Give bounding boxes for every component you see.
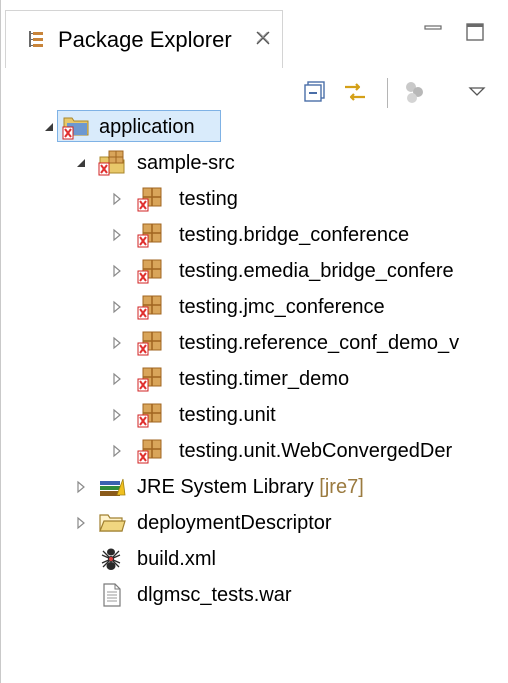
focus-on-active-task-icon[interactable]	[401, 78, 429, 106]
project-tree: application sample-src testing testing.b…	[1, 110, 508, 650]
tree-item-source-folder[interactable]: sample-src	[1, 146, 508, 180]
collapsed-chevron-icon[interactable]	[109, 407, 125, 423]
tree-item-label: deploymentDescriptor	[137, 512, 332, 534]
toolbar-separator	[387, 78, 388, 108]
tree-item-label: testing.reference_conf_demo_v	[179, 332, 460, 354]
source-folder-error-icon	[97, 149, 127, 177]
tree-item-package[interactable]: testing	[1, 182, 508, 216]
package-error-icon	[135, 257, 165, 285]
tab-title: Package Explorer	[58, 27, 232, 52]
tree-item-label: testing.emedia_bridge_confere	[179, 260, 454, 282]
package-error-icon	[135, 185, 165, 213]
tree-item-project[interactable]: application	[1, 110, 508, 144]
library-icon	[97, 473, 127, 501]
package-error-icon	[135, 221, 165, 249]
tree-item-label: testing.unit	[179, 404, 276, 426]
tree-item-file[interactable]: dlgmsc_tests.war	[1, 578, 508, 612]
library-decoration: [jre7]	[319, 476, 364, 498]
tree-item-package[interactable]: testing.jmc_conference	[1, 290, 508, 324]
close-icon[interactable]	[254, 29, 274, 49]
view-toolbar	[1, 72, 508, 114]
tree-item-label: application	[99, 116, 195, 138]
tab-package-explorer[interactable]: Package Explorer	[5, 10, 283, 68]
java-project-error-icon	[61, 113, 91, 141]
expanded-chevron-icon[interactable]	[41, 119, 57, 135]
tree-item-label: testing.bridge_conference	[179, 224, 410, 246]
tree-item-label: testing	[179, 188, 238, 210]
tree-item-library[interactable]: JRE System Library [jre7]	[1, 470, 508, 504]
tree-item-label: testing.jmc_conference	[179, 296, 385, 318]
tree-item-package[interactable]: testing.bridge_conference	[1, 218, 508, 252]
library-name: JRE System Library	[137, 476, 314, 498]
tree-item-label: JRE System Library [jre7]	[137, 475, 364, 499]
collapsed-chevron-icon[interactable]	[73, 479, 89, 495]
package-error-icon	[135, 437, 165, 465]
file-icon	[97, 581, 127, 609]
collapsed-chevron-icon[interactable]	[109, 371, 125, 387]
tree-item-package[interactable]: testing.emedia_bridge_confere	[1, 254, 508, 288]
collapsed-chevron-icon[interactable]	[109, 443, 125, 459]
tree-item-file[interactable]: build.xml	[1, 542, 508, 576]
view-menu-chevron-icon[interactable]	[463, 78, 491, 106]
expanded-chevron-icon[interactable]	[73, 155, 89, 171]
tree-item-label: build.xml	[137, 548, 216, 570]
link-with-editor-icon[interactable]	[341, 78, 369, 106]
collapsed-chevron-icon[interactable]	[109, 263, 125, 279]
tree-item-folder[interactable]: deploymentDescriptor	[1, 506, 508, 540]
tree-item-label: dlgmsc_tests.war	[137, 584, 292, 606]
ant-file-icon	[97, 545, 127, 573]
minimize-icon[interactable]	[421, 20, 445, 44]
collapsed-chevron-icon[interactable]	[109, 191, 125, 207]
tree-item-label: testing.unit.WebConvergedDer	[179, 440, 453, 462]
package-explorer-view: Package Explorer application sample-src …	[0, 0, 508, 683]
package-error-icon	[135, 329, 165, 357]
view-tab-bar: Package Explorer	[1, 0, 508, 72]
collapsed-chevron-icon[interactable]	[73, 515, 89, 531]
tree-item-package[interactable]: testing.timer_demo	[1, 362, 508, 396]
collapsed-chevron-icon[interactable]	[109, 299, 125, 315]
collapsed-chevron-icon[interactable]	[109, 335, 125, 351]
folder-icon	[97, 509, 127, 537]
tree-item-label: testing.timer_demo	[179, 368, 350, 390]
tree-item-package[interactable]: testing.unit.WebConvergedDer	[1, 434, 508, 468]
package-error-icon	[135, 365, 165, 393]
collapsed-chevron-icon[interactable]	[109, 227, 125, 243]
package-explorer-icon	[26, 29, 46, 49]
package-error-icon	[135, 401, 165, 429]
package-error-icon	[135, 293, 165, 321]
collapse-all-icon[interactable]	[301, 78, 329, 106]
maximize-icon[interactable]	[463, 20, 487, 44]
tree-item-label: sample-src	[137, 152, 235, 174]
tree-item-package[interactable]: testing.unit	[1, 398, 508, 432]
tree-item-package[interactable]: testing.reference_conf_demo_v	[1, 326, 508, 360]
